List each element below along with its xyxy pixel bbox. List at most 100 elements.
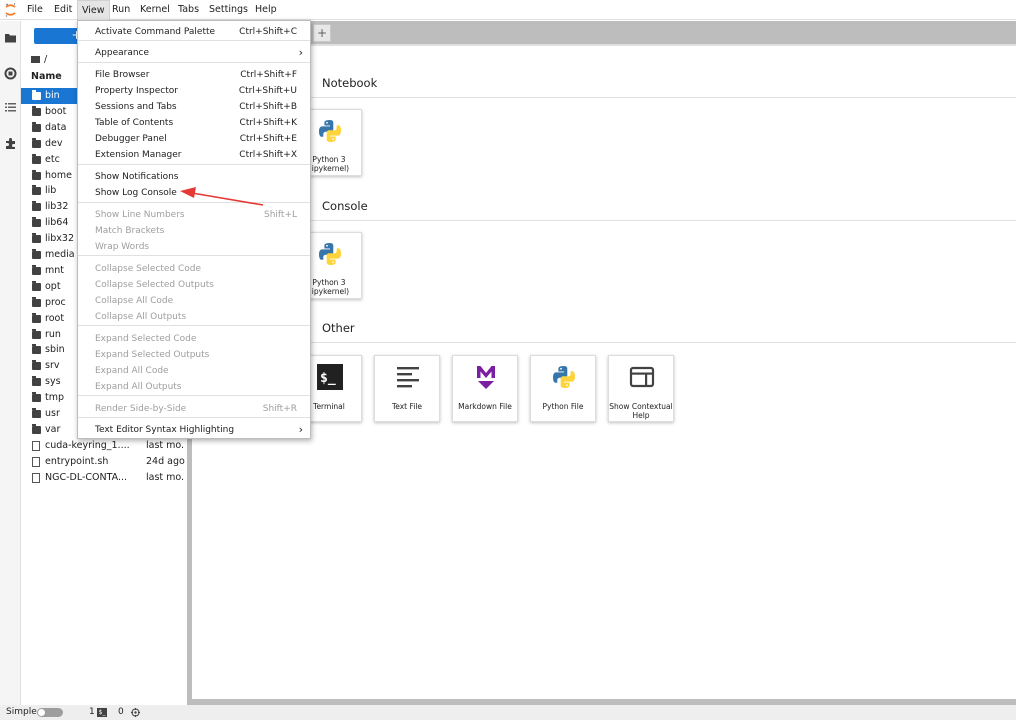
simple-mode-toggle[interactable] [37,708,63,717]
view-menu-item-property-inspector[interactable]: Property Inspector Ctrl+Shift+U [78,83,310,99]
launcher-card-contextual-help[interactable]: Show Contextual Help [608,355,674,422]
menu-separator [78,417,310,418]
view-menu-item-wrap-words[interactable]: Wrap Words [78,239,310,255]
launcher-card-python-file[interactable]: Python File [530,355,596,422]
view-menu-item-collapse-all-code[interactable]: Collapse All Code [78,293,310,309]
menu-item-label: Collapse Selected Code [95,264,202,274]
menu-item-shortcut: Ctrl+Shift+C [239,27,297,37]
jupyter-logo-icon [5,3,16,17]
file-name: bin [45,90,60,101]
menu-separator [78,40,310,41]
menu-edit[interactable]: Edit [50,0,76,20]
view-menu-dropdown: Activate Command Palette Ctrl+Shift+C Appe… [77,20,311,439]
breadcrumb[interactable]: / [31,54,47,65]
file-name: run [45,328,61,340]
view-menu-item-show-notifications[interactable]: Show Notifications [78,169,310,185]
folder-icon [32,137,41,148]
menu-item-label: File Browser [95,70,150,80]
folder-icon [32,217,41,228]
launcher-card-markdown-file[interactable]: Markdown File [452,355,518,422]
folder-icon [32,90,41,100]
terminals-count[interactable]: 1 [89,705,95,720]
file-list-item[interactable]: entrypoint.sh 24d ago [21,454,187,470]
extension-manager-icon[interactable] [4,137,17,150]
file-modified: last mo. [146,439,185,451]
main-tab-bar: + [192,21,1016,44]
view-menu-item-expand-all-outputs[interactable]: Expand All Outputs [78,379,310,395]
menu-run[interactable]: Run [108,0,134,20]
text-file-icon [397,367,419,388]
view-menu-item-activate-command-palette[interactable]: Activate Command Palette Ctrl+Shift+C [78,24,310,40]
menu-item-label: Table of Contents [95,118,174,128]
file-modified: 24d ago [146,455,185,467]
menu-item-label: Extension Manager [95,150,182,160]
file-list-item[interactable]: NGC-DL-CONTA... last mo. [21,470,187,486]
menu-item-label: Expand Selected Code [95,334,197,344]
file-name: lib [45,185,57,197]
folder-icon [32,376,41,387]
file-name: sbin [45,344,65,356]
menu-file[interactable]: File [23,0,47,20]
card-label: Markdown File [458,402,512,411]
view-menu-item-show-line-numbers[interactable]: Show Line Numbers Shift+L [78,207,310,223]
view-menu-item-collapse-selected-code[interactable]: Collapse Selected Code [78,261,310,277]
menu-tabs[interactable]: Tabs [174,0,203,20]
menu-item-label: Property Inspector [95,86,178,96]
view-menu-item-text-editor-syntax-highlighting[interactable]: Text Editor Syntax Highlighting › [78,422,310,438]
view-menu-item-render-side-by-side[interactable]: Render Side-by-Side Shift+R [78,401,310,417]
folder-icon [32,408,41,418]
view-menu-item-appearance[interactable]: Appearance › [78,45,310,61]
view-menu-item-table-of-contents[interactable]: Table of Contents Ctrl+Shift+K [78,115,310,131]
menu-item-label: Show Line Numbers [95,210,185,220]
new-tab-button[interactable]: + [313,24,331,42]
menu-item-label: Match Brackets [95,226,165,236]
view-menu-item-extension-manager[interactable]: Extension Manager Ctrl+Shift+X [78,147,310,163]
file-name: root [45,312,65,324]
view-menu-item-match-brackets[interactable]: Match Brackets [78,223,310,239]
menu-kernel[interactable]: Kernel [136,0,174,20]
folder-icon[interactable] [4,31,17,44]
menu-item-shortcut: Ctrl+Shift+F [240,70,297,80]
table-of-contents-icon[interactable] [4,101,17,114]
card-label: Text File [391,402,423,411]
simple-mode-label: Simple [6,707,37,717]
launcher-card-text-file[interactable]: Text File [374,355,440,422]
menu-separator [78,62,310,63]
menu-item-label: Sessions and Tabs [95,102,177,112]
column-header-name[interactable]: Name [31,71,62,82]
running-sessions-icon[interactable] [4,67,17,80]
folder-icon [32,344,41,355]
python-icon [553,366,575,388]
view-menu-item-collapse-all-outputs[interactable]: Collapse All Outputs [78,309,310,325]
folder-icon [32,233,41,244]
menu-help[interactable]: Help [251,0,281,20]
menu-item-label: Wrap Words [95,242,150,252]
view-menu-item-file-browser[interactable]: File Browser Ctrl+Shift+F [78,67,310,83]
file-name: lib32 [45,201,69,213]
menu-settings[interactable]: Settings [205,0,252,20]
menu-item-label: Collapse Selected Outputs [95,280,214,290]
menu-item-label: Debugger Panel [95,134,167,144]
folder-icon [31,56,40,63]
kernels-count[interactable]: 0 [118,705,124,720]
view-menu-item-show-log-console[interactable]: Show Log Console [78,185,310,201]
file-name: dev [45,137,63,149]
folder-icon [32,201,41,212]
view-menu-item-debugger-panel[interactable]: Debugger Panel Ctrl+Shift+E [78,131,310,147]
view-menu-item-expand-all-code[interactable]: Expand All Code [78,363,310,379]
view-menu-item-collapse-selected-outputs[interactable]: Collapse Selected Outputs [78,277,310,293]
file-name: etc [45,153,60,165]
file-name: NGC-DL-CONTA... [45,471,128,483]
view-menu-item-expand-selected-outputs[interactable]: Expand Selected Outputs [78,347,310,363]
file-name: var [45,423,61,435]
file-list-item[interactable]: cuda-keyring_1.... last mo. [21,438,187,454]
submenu-chevron-icon: › [298,46,303,59]
menu-view[interactable]: View [77,0,110,20]
menu-item-label: Expand All Outputs [95,382,182,392]
view-menu-item-sessions-and-tabs[interactable]: Sessions and Tabs Ctrl+Shift+B [78,99,310,115]
file-name: media [45,249,75,260]
folder-icon [32,153,41,164]
file-name: proc [45,296,66,308]
view-menu-item-expand-selected-code[interactable]: Expand Selected Code [78,331,310,347]
file-name: tmp [45,392,65,404]
